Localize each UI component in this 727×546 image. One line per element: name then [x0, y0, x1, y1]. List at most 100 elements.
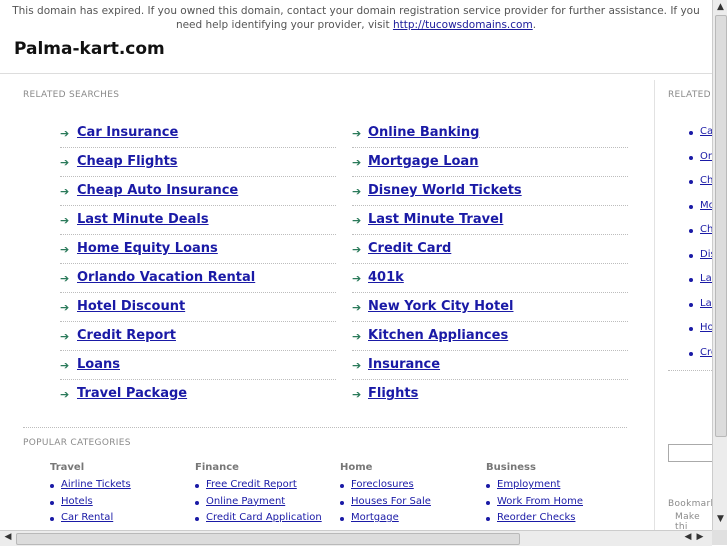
vertical-scroll-thumb[interactable] [715, 15, 727, 437]
header-divider [0, 73, 712, 74]
related-search-link[interactable]: Cheap Auto Insurance [77, 183, 238, 198]
related-search-link[interactable]: Kitchen Appliances [368, 328, 508, 343]
scrollbar-corner [712, 530, 727, 545]
sidebar-search-input[interactable] [668, 444, 712, 462]
make-homepage-text[interactable]: Make thi [675, 512, 712, 532]
sidebar-link[interactable]: Ch [700, 175, 712, 186]
category-link[interactable]: Credit Card Application [206, 512, 322, 523]
row-divider [60, 147, 336, 148]
horizontal-scroll-thumb[interactable] [16, 533, 520, 545]
category-link[interactable]: Houses For Sale [351, 496, 431, 507]
arrow-icon: ➔ [60, 388, 70, 401]
row-divider [352, 263, 628, 264]
expired-notice: This domain has expired. If you owned th… [0, 4, 712, 32]
bullet-icon [340, 517, 344, 521]
sidebar-link[interactable]: Ca [700, 126, 712, 137]
category-title: Travel [50, 462, 85, 473]
related-search-link[interactable]: Online Banking [368, 125, 479, 140]
vertical-scrollbar[interactable]: ▲ ▼ [712, 0, 727, 530]
scroll-up-icon[interactable]: ▲ [715, 2, 726, 12]
sidebar-link[interactable]: Dis [700, 249, 712, 260]
arrow-icon: ➔ [60, 214, 70, 227]
bookmark-text[interactable]: Bookmark [668, 499, 712, 509]
arrow-icon: ➔ [60, 156, 70, 169]
category-link[interactable]: Hotels [61, 496, 93, 507]
related-search-link[interactable]: Credit Card [368, 241, 451, 256]
sidebar-link[interactable]: On [700, 151, 712, 162]
row-divider [352, 321, 628, 322]
arrow-icon: ➔ [352, 127, 362, 140]
sidebar-link[interactable]: Mo [700, 200, 712, 211]
row-divider [352, 234, 628, 235]
sidebar-link[interactable]: Las [700, 273, 712, 284]
sidebar-link[interactable]: Ho [700, 322, 712, 333]
related-search-link[interactable]: Credit Report [77, 328, 176, 343]
arrow-icon: ➔ [352, 388, 362, 401]
scroll-left-icon[interactable]: ◀ [3, 532, 13, 542]
bullet-icon [689, 131, 693, 135]
category-link[interactable]: Foreclosures [351, 479, 414, 490]
arrow-icon: ➔ [60, 330, 70, 343]
bullet-icon [689, 302, 693, 307]
arrow-icon: ➔ [60, 127, 70, 140]
related-search-link[interactable]: Home Equity Loans [77, 241, 218, 256]
row-divider [60, 379, 336, 380]
notice-period: . [532, 19, 537, 31]
related-search-link[interactable]: Last Minute Travel [368, 212, 503, 227]
bullet-icon [689, 327, 693, 331]
bullet-icon [486, 484, 490, 488]
bullet-icon [50, 500, 54, 505]
sidebar-link[interactable]: Cre [700, 347, 712, 358]
sidebar-heading: RELATED [668, 90, 711, 100]
related-search-link[interactable]: 401k [368, 270, 404, 285]
horizontal-scrollbar[interactable]: ◀ ◀ ▶ [0, 530, 712, 546]
related-search-link[interactable]: New York City Hotel [368, 299, 513, 314]
main-panel: RELATED SEARCHES ➔ Car Insurance ➔ Cheap Fl… [8, 80, 655, 535]
scroll-right-icon[interactable]: ▶ [695, 532, 705, 542]
related-search-link[interactable]: Travel Package [77, 386, 187, 401]
category-title: Finance [195, 462, 239, 473]
related-search-link[interactable]: Orlando Vacation Rental [77, 270, 255, 285]
sidebar-link[interactable]: Ch [700, 224, 712, 235]
row-divider [352, 205, 628, 206]
related-search-link[interactable]: Flights [368, 386, 418, 401]
popular-categories-heading: POPULAR CATEGORIES [23, 438, 131, 448]
sidebar-link[interactable]: Las [700, 298, 712, 309]
row-divider [60, 263, 336, 264]
row-divider [352, 147, 628, 148]
related-search-link[interactable]: Mortgage Loan [368, 154, 478, 169]
category-link[interactable]: Car Rental [61, 512, 113, 523]
bullet-icon [689, 155, 693, 160]
category-link[interactable]: Online Payment [206, 496, 285, 507]
bullet-icon [195, 484, 199, 488]
related-search-link[interactable]: Hotel Discount [77, 299, 185, 314]
related-search-link[interactable]: Car Insurance [77, 125, 178, 140]
bullet-icon [689, 253, 693, 258]
related-search-link[interactable]: Cheap Flights [77, 154, 178, 169]
category-link[interactable]: Reorder Checks [497, 512, 575, 523]
bullet-icon [689, 278, 693, 282]
related-search-link[interactable]: Insurance [368, 357, 440, 372]
arrow-icon: ➔ [352, 330, 362, 343]
bullet-icon [486, 517, 490, 521]
bullet-icon [195, 500, 199, 505]
category-link[interactable]: Mortgage [351, 512, 399, 523]
arrow-icon: ➔ [352, 156, 362, 169]
related-search-link[interactable]: Last Minute Deals [77, 212, 209, 227]
scroll-left-icon-2[interactable]: ◀ [683, 532, 693, 542]
bullet-icon [486, 500, 490, 505]
category-link[interactable]: Employment [497, 479, 560, 490]
bullet-icon [689, 204, 693, 209]
row-divider [60, 176, 336, 177]
row-divider [60, 350, 336, 351]
related-search-link[interactable]: Disney World Tickets [368, 183, 522, 198]
bullet-icon [50, 517, 54, 521]
category-link[interactable]: Free Credit Report [206, 479, 297, 490]
category-link[interactable]: Work From Home [497, 496, 583, 507]
scroll-down-icon[interactable]: ▼ [715, 514, 726, 524]
right-sidebar: RELATED Ca On Ch Mo Ch Dis Las Las Ho Cre Bookmar… [656, 80, 712, 535]
bullet-icon [195, 517, 199, 521]
tucows-link[interactable]: http://tucowsdomains.com [393, 19, 533, 31]
related-search-link[interactable]: Loans [77, 357, 120, 372]
category-link[interactable]: Airline Tickets [61, 479, 131, 490]
